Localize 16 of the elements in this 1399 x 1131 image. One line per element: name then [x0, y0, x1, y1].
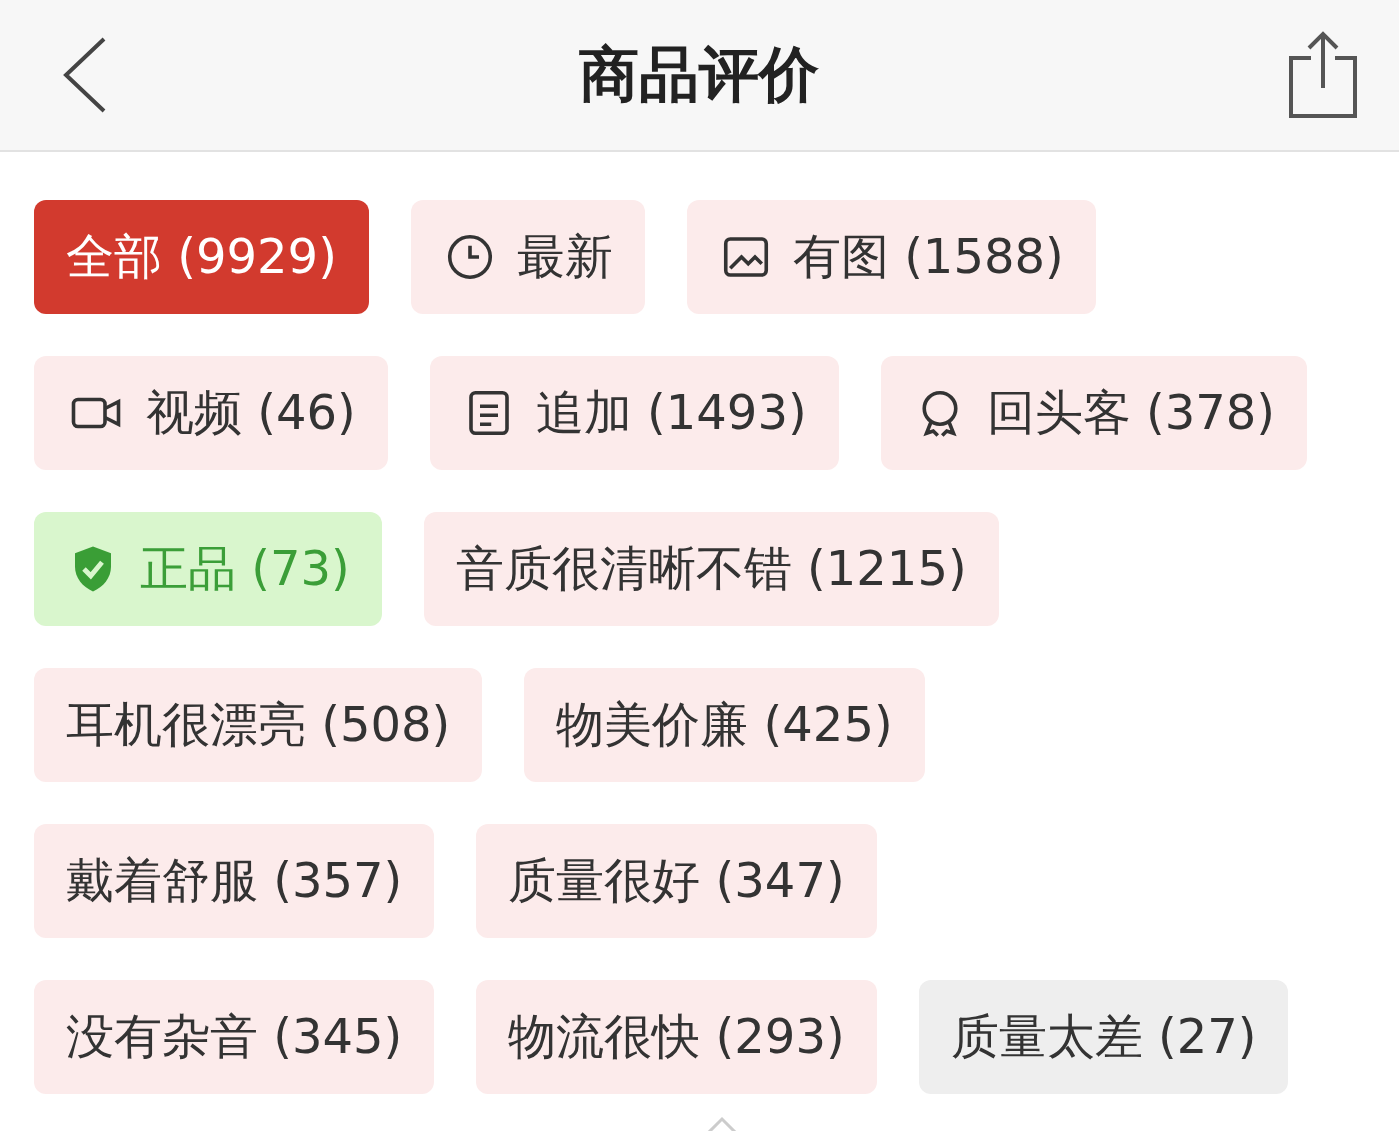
filter-tag[interactable]: 没有杂音 (345) — [34, 980, 435, 1094]
page-title: 商品评价 — [578, 37, 819, 111]
filter-tag[interactable]: 质量太差 (27) — [918, 980, 1289, 1094]
filter-tag[interactable]: 有图 (1588) — [686, 200, 1096, 314]
filter-tag[interactable]: 最新 — [410, 200, 645, 314]
filter-tag[interactable]: 戴着舒服 (357) — [34, 824, 435, 938]
filter-tag[interactable]: 物流很快 (293) — [476, 980, 877, 1094]
filter-tag[interactable]: 全部 (9929) — [34, 200, 369, 314]
filter-tag[interactable]: 追加 (1493) — [429, 356, 839, 470]
filter-tag[interactable]: 物美价廉 (425) — [524, 668, 925, 782]
share-button[interactable] — [1287, 30, 1359, 120]
filter-tag[interactable]: 音质很清晰不错 (1215) — [423, 512, 999, 626]
filter-tag[interactable]: 视频 (46) — [34, 356, 388, 470]
filter-tag[interactable]: 质量很好 (347) — [476, 824, 877, 938]
filter-tag[interactable]: 回头客 (378) — [880, 356, 1307, 470]
filter-tag[interactable]: 耳机很漂亮 (508) — [34, 668, 483, 782]
